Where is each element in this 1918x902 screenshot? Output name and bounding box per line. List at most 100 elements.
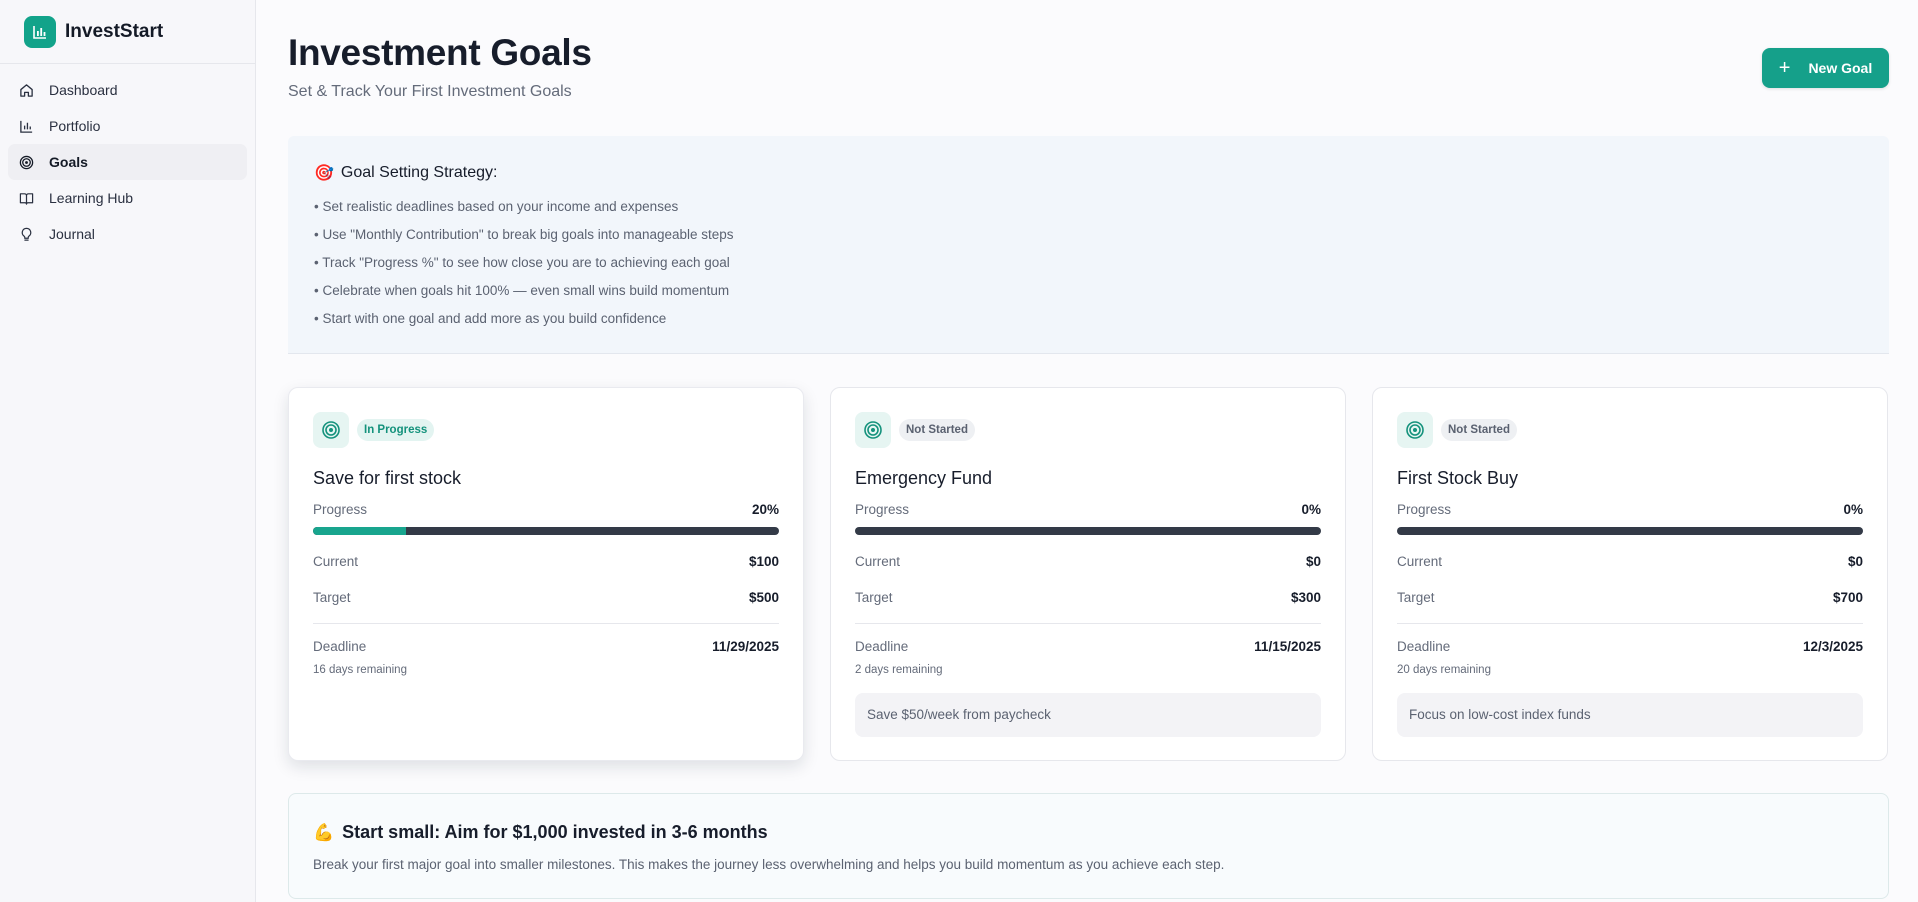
divider [313,623,779,624]
sidebar-item-label: Dashboard [49,82,118,98]
progress-row: Progress 0% [855,502,1321,517]
strategy-title: 🎯 Goal Setting Strategy: [314,163,497,183]
strategy-item: • Track "Progress %" to see how close yo… [314,255,730,270]
progress-label: Progress [1397,502,1452,517]
status-badge: Not Started [1441,419,1517,441]
page-subtitle: Set & Track Your First Investment Goals [288,83,572,100]
progress-label: Progress [855,502,910,517]
sidebar-item-portfolio[interactable]: Portfolio [8,108,247,144]
strategy-panel: 🎯 Goal Setting Strategy: • Set realistic… [288,136,1889,354]
flexed-biceps-icon: 💪 [313,822,335,842]
page-title: Investment Goals [288,32,592,73]
target-label: Target [1397,590,1435,605]
target-icon [1397,412,1433,448]
target-icon [855,412,891,448]
target-label: Target [313,590,351,605]
deadline-row: Deadline 12/3/2025 [1397,639,1863,654]
deadline-value: 12/3/2025 [1802,639,1863,654]
app-name: InvestStart [65,20,164,42]
current-label: Current [855,554,901,569]
tip-text: Break your first major goal into smaller… [313,857,1225,872]
progress-row: Progress 20% [313,502,779,517]
target-row: Target $700 [1397,590,1863,605]
sidebar: InvestStart Dashboard Portfolio Goals Le… [0,0,256,902]
current-row: Current $0 [1397,554,1863,569]
sidebar-nav: Dashboard Portfolio Goals Learning Hub J… [0,64,255,260]
target-label: Target [855,590,893,605]
sidebar-item-dashboard[interactable]: Dashboard [8,72,247,108]
current-value: $0 [1305,554,1321,569]
progress-bar-fill [313,527,407,535]
target-row: Target $300 [855,590,1321,605]
lightbulb-icon [17,225,35,243]
current-value: $100 [748,554,779,569]
strategy-item: • Celebrate when goals hit 100% — even s… [314,283,730,298]
home-icon [17,81,35,99]
new-goal-label: New Goal [1808,60,1873,76]
sidebar-item-label: Learning Hub [49,190,134,206]
strategy-title-text: Goal Setting Strategy: [340,164,498,181]
target-icon [17,153,35,171]
deadline-row: Deadline 11/29/2025 [313,639,779,654]
strategy-item: • Start with one goal and add more as yo… [314,311,667,326]
target-value: $300 [1290,590,1321,605]
current-row: Current $0 [855,554,1321,569]
progress-row: Progress 0% [1397,502,1863,517]
days-remaining: 2 days remaining [855,664,943,676]
sidebar-item-learning-hub[interactable]: Learning Hub [8,180,247,216]
progress-bar [1397,527,1863,535]
progress-value: 0% [1301,502,1321,517]
goal-title: Save for first stock [313,468,462,488]
bar-chart-icon [24,15,56,48]
progress-bar [855,527,1321,535]
target-value: $500 [748,590,779,605]
main-content: Investment Goals Set & Track Your First … [257,0,1918,902]
sidebar-item-journal[interactable]: Journal [8,216,247,252]
target-emoji-icon: 🎯 [314,165,334,182]
bar-chart-icon [17,117,35,135]
days-remaining: 16 days remaining [313,664,407,676]
current-label: Current [1397,554,1443,569]
days-remaining: 20 days remaining [1397,664,1491,676]
tip-title-text: Start small: Aim for $1,000 invested in … [342,822,768,842]
deadline-label: Deadline [855,639,909,654]
status-badge: In Progress [357,419,435,441]
deadline-value: 11/29/2025 [712,639,779,654]
tip-title: 💪 Start small: Aim for $1,000 invested i… [313,822,768,843]
deadline-value: 11/15/2025 [1254,639,1321,654]
goal-title: Emergency Fund [855,468,993,488]
divider [855,623,1321,624]
book-icon [17,189,35,207]
progress-value: 20% [751,502,779,517]
goal-note: Save $50/week from paycheck [855,693,1321,737]
progress-value: 0% [1843,502,1863,517]
progress-bar [313,527,779,535]
status-badge: Not Started [899,419,975,441]
sidebar-item-label: Journal [49,226,95,242]
divider [1397,623,1863,624]
goal-note: Focus on low-cost index funds [1397,693,1863,737]
strategy-list: • Set realistic deadlines based on your … [314,198,734,338]
strategy-item: • Set realistic deadlines based on your … [314,199,679,214]
current-label: Current [313,554,359,569]
target-icon [313,412,349,448]
target-row: Target $500 [313,590,779,605]
brand[interactable]: InvestStart [0,0,255,64]
tip-panel: 💪 Start small: Aim for $1,000 invested i… [288,793,1889,899]
plus-icon: + [1778,57,1791,79]
new-goal-button[interactable]: + New Goal [1762,48,1889,88]
deadline-label: Deadline [313,639,367,654]
goal-card[interactable]: Not Started Emergency Fund Progress 0% C… [830,387,1346,761]
deadline-label: Deadline [1397,639,1451,654]
deadline-row: Deadline 11/15/2025 [855,639,1321,654]
goal-title: First Stock Buy [1397,468,1519,488]
target-value: $700 [1832,590,1863,605]
sidebar-item-goals[interactable]: Goals [8,144,247,180]
sidebar-item-label: Goals [49,154,88,170]
progress-label: Progress [313,502,368,517]
goal-card[interactable]: In Progress Save for first stock Progres… [288,387,804,761]
sidebar-item-label: Portfolio [49,118,101,134]
current-value: $0 [1847,554,1863,569]
goal-card[interactable]: Not Started First Stock Buy Progress 0% … [1372,387,1888,761]
current-row: Current $100 [313,554,779,569]
